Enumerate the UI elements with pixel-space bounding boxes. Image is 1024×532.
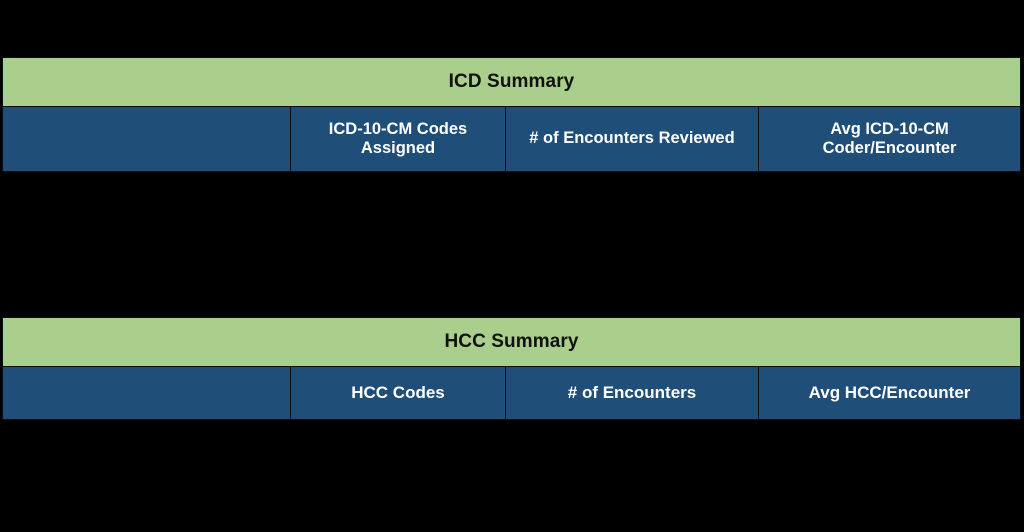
hcc-header-hcc-codes: HCC Codes [290,366,506,420]
hcc-summary-title-row: HCC Summary [1,317,1022,367]
hcc-header-label-column [2,366,291,420]
hcc-summary-header-row: HCC Codes # of Encounters Avg HCC/Encoun… [2,366,1022,420]
icd-summary-title: ICD Summary [1,57,1022,107]
icd-header-label-column [2,106,291,172]
hcc-summary-table: HCC Summary HCC Codes # of Encounters Av… [1,317,1022,420]
icd-summary-table: ICD Summary ICD-10-CM Codes Assigned # o… [1,57,1022,172]
slide-canvas: ICD Summary ICD-10-CM Codes Assigned # o… [0,0,1024,532]
icd-summary-header-row: ICD-10-CM Codes Assigned # of Encounters… [2,106,1022,172]
icd-summary-title-row: ICD Summary [1,57,1022,107]
hcc-summary-title: HCC Summary [1,317,1022,367]
icd-header-encounters-reviewed: # of Encounters Reviewed [505,106,759,172]
hcc-header-encounters: # of Encounters [505,366,759,420]
hcc-header-avg-hcc-per-encounter: Avg HCC/Encounter [757,366,1022,420]
icd-header-codes-assigned: ICD-10-CM Codes Assigned [290,106,506,172]
icd-header-avg-coder-per-encounter: Avg ICD-10-CM Coder/Encounter [757,106,1022,172]
